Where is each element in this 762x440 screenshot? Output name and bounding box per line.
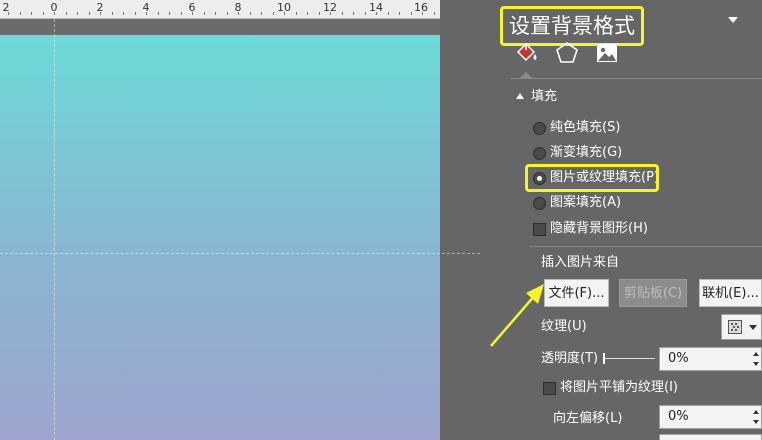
ruler-tick bbox=[422, 12, 423, 15]
horizontal-ruler: 2 0 2 4 6 8 10 12 14 16 bbox=[0, 0, 440, 19]
ruler-tick bbox=[295, 12, 297, 15]
annotation-arrow-icon bbox=[490, 284, 544, 347]
radio-pattern-fill-label[interactable]: 图案填充(A) bbox=[550, 195, 621, 211]
radio-solid-fill[interactable] bbox=[533, 122, 546, 135]
section-fill-heading[interactable]: 填充 bbox=[531, 89, 557, 105]
slider-thumb[interactable] bbox=[603, 353, 605, 364]
radio-gradient-fill-label[interactable]: 渐变填充(G) bbox=[550, 145, 622, 161]
transparency-label: 透明度(T) bbox=[541, 351, 599, 366]
ruler-tick bbox=[146, 12, 147, 15]
hide-bg-graphics-checkbox[interactable] bbox=[533, 223, 546, 236]
picture-icon[interactable] bbox=[594, 40, 620, 66]
offset-left-label: 向左偏移(L) bbox=[553, 411, 623, 426]
online-button[interactable]: 联机(E)... bbox=[699, 279, 762, 307]
ruler-tick bbox=[249, 12, 251, 15]
slide-canvas-area[interactable] bbox=[0, 19, 480, 440]
file-button[interactable]: 文件(F)... bbox=[544, 279, 609, 307]
ruler-tick bbox=[54, 12, 55, 15]
next-field-partial[interactable] bbox=[659, 434, 762, 440]
highlight-box bbox=[525, 164, 659, 192]
ruler-tick bbox=[157, 12, 159, 15]
ruler-tick bbox=[399, 12, 400, 15]
collapse-triangle-icon[interactable] bbox=[516, 92, 524, 100]
ruler-tick bbox=[192, 12, 193, 15]
insert-from-label: 插入图片来自 bbox=[541, 255, 620, 270]
section-divider bbox=[530, 246, 762, 247]
ruler-tick bbox=[364, 12, 366, 15]
texture-picker[interactable] bbox=[721, 314, 762, 340]
ruler-tick bbox=[318, 12, 320, 15]
tile-texture-checkbox[interactable] bbox=[543, 382, 556, 395]
vertical-guide[interactable] bbox=[54, 19, 55, 440]
ruler-tick bbox=[77, 12, 78, 15]
offset-left-value: 0% bbox=[668, 409, 689, 424]
ruler-tick bbox=[111, 12, 113, 15]
ruler-tick bbox=[31, 12, 32, 15]
ruler-tick bbox=[284, 12, 285, 15]
ruler-tick bbox=[42, 12, 44, 15]
ruler-tick bbox=[433, 12, 435, 15]
clipboard-button[interactable]: 剪贴板(C) bbox=[619, 279, 687, 307]
ruler-tick bbox=[341, 12, 343, 15]
radio-pattern-fill[interactable] bbox=[533, 197, 546, 210]
texture-picker-icon bbox=[728, 320, 742, 334]
tile-texture-label[interactable]: 将图片平铺为纹理(I) bbox=[560, 380, 678, 396]
ruler-tick bbox=[215, 12, 216, 15]
ruler-tick bbox=[238, 12, 239, 15]
ruler-tick bbox=[376, 12, 377, 15]
ruler-tick bbox=[410, 12, 412, 15]
ruler-tick bbox=[65, 12, 67, 15]
ruler-tick bbox=[100, 12, 101, 15]
dropdown-arrow-icon[interactable] bbox=[726, 14, 740, 26]
transparency-slider[interactable] bbox=[603, 352, 655, 366]
ruler-tick bbox=[169, 12, 170, 15]
ruler-tick bbox=[353, 12, 354, 15]
hide-bg-graphics-label[interactable]: 隐藏背景图形(H) bbox=[550, 221, 648, 237]
ruler-tick bbox=[123, 12, 124, 15]
offset-left-input[interactable]: 0% bbox=[659, 405, 762, 429]
format-background-pane: 设置背景格式 填充 纯色填充(S) 渐变填充(G) 图片或纹理填充(P) 图案填… bbox=[490, 0, 762, 440]
radio-gradient-fill[interactable] bbox=[533, 147, 546, 160]
ruler-tick bbox=[307, 12, 308, 15]
chevron-down-icon bbox=[749, 325, 757, 330]
ruler-tick bbox=[180, 12, 182, 15]
ruler-tick bbox=[261, 12, 262, 15]
ruler-tick bbox=[8, 12, 9, 15]
ruler-tick bbox=[387, 12, 389, 15]
spinner-arrows-icon[interactable] bbox=[751, 406, 761, 428]
ruler-tick bbox=[272, 12, 274, 15]
ruler-tick bbox=[203, 12, 205, 15]
ruler-tick bbox=[19, 12, 21, 15]
ruler-tick bbox=[226, 12, 228, 15]
fill-bucket-icon[interactable] bbox=[514, 40, 540, 66]
radio-solid-fill-label[interactable]: 纯色填充(S) bbox=[550, 120, 620, 136]
spinner-arrows-icon[interactable] bbox=[751, 348, 761, 370]
ruler-tick bbox=[330, 12, 331, 15]
ruler-tick bbox=[134, 12, 136, 15]
pentagon-effects-icon[interactable] bbox=[554, 40, 580, 66]
ruler-tick bbox=[88, 12, 90, 15]
slide[interactable] bbox=[0, 35, 440, 440]
tab-divider bbox=[510, 78, 762, 79]
transparency-input[interactable]: 0% bbox=[659, 347, 762, 371]
horizontal-guide[interactable] bbox=[0, 253, 480, 254]
transparency-value: 0% bbox=[668, 351, 689, 366]
slider-track bbox=[603, 358, 655, 359]
ruler-number: 16 bbox=[414, 1, 428, 14]
